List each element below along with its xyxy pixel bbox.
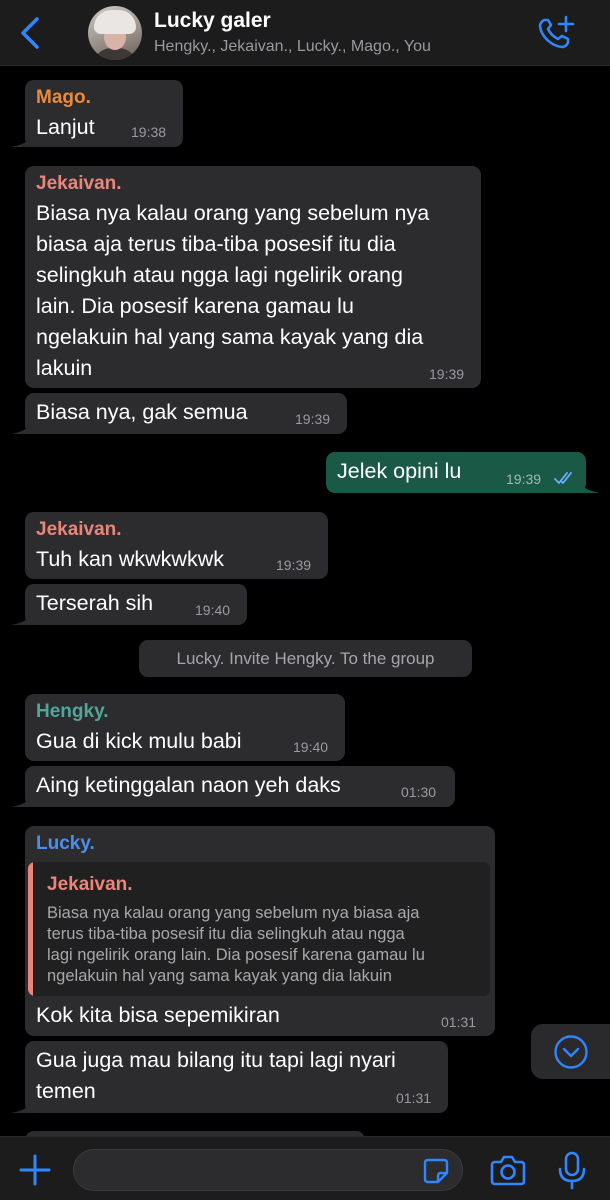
message-line: Gua juga mau bilang itu tapi lagi nyari <box>36 1048 396 1072</box>
message-time: 19:39 <box>276 557 312 573</box>
bubble-tail <box>11 418 33 434</box>
quoted-message[interactable]: Jekaivan. Biasa nya kalau orang yang seb… <box>28 862 490 996</box>
sender-name: Jekaivan. <box>36 519 122 540</box>
camera-button[interactable] <box>489 1153 527 1187</box>
add-call-button[interactable] <box>536 14 576 52</box>
message-time: 19:39 <box>506 471 542 487</box>
quoted-sender: Jekaivan. <box>47 874 133 895</box>
message-line: biasa aja terus tiba-tiba posesif itu di… <box>36 232 396 256</box>
message-line: Biasa nya kalau orang yang sebelum nya <box>36 201 430 225</box>
quoted-line: Biasa nya kalau orang yang sebelum nya b… <box>47 904 420 922</box>
message-time: 19:40 <box>195 602 231 618</box>
bubble-tail <box>11 791 33 807</box>
message-time: 19:38 <box>131 124 167 140</box>
message-bubble[interactable]: Jekaivan. Biasa nya kalau orang yang seb… <box>25 166 481 388</box>
message-time: 19:39 <box>295 411 331 427</box>
quoted-line: ngelakuin hal yang sama kayak yang dia l… <box>47 967 392 985</box>
quoted-text: Biasa nya kalau orang yang sebelum nya b… <box>47 903 487 987</box>
bubble-tail <box>11 609 33 625</box>
camera-icon <box>490 1155 526 1186</box>
chevron-left-icon <box>21 17 39 49</box>
message-text: Biasa nya kalau orang yang sebelum nya b… <box>36 198 429 384</box>
sender-name: Mago. <box>36 87 91 108</box>
message-text: Lanjut <box>36 115 95 139</box>
message-line: lakuin <box>36 356 93 380</box>
message-input-bar <box>0 1136 610 1200</box>
group-avatar[interactable] <box>88 6 142 60</box>
message-bubble[interactable]: Hengky. Gua di kick mulu babi 19:40 <box>25 694 345 761</box>
message-text: Kok kita bisa sepemikiran <box>36 1003 280 1027</box>
double-check-icon <box>554 472 572 484</box>
message-text: Terserah sih <box>36 591 154 615</box>
message-time: 01:30 <box>401 784 437 800</box>
message-text: Tuh kan wkwkwkwk <box>36 547 224 571</box>
plus-icon <box>19 1154 51 1186</box>
message-text: Gua juga mau bilang itu tapi lagi nyari … <box>36 1045 396 1107</box>
sender-name: Hengky. <box>36 701 109 722</box>
chat-header: Lucky galer Hengky., Jekaivan., Lucky., … <box>0 0 610 66</box>
outgoing-message-bubble[interactable]: Jelek opini lu 19:39 <box>326 452 600 493</box>
message-bubble[interactable]: Biasa nya, gak semua 19:39 <box>11 393 347 434</box>
message-text: Gua di kick mulu babi <box>36 729 242 753</box>
message-bubble[interactable]: Mago. Lanjut 19:38 <box>11 80 183 147</box>
sticker-button[interactable] <box>422 1157 450 1185</box>
bubble-tail <box>11 1097 33 1113</box>
voice-message-button[interactable] <box>556 1150 588 1190</box>
message-text: Aing ketinggalan naon yeh daks <box>36 773 341 797</box>
message-text: Jelek opini lu <box>337 459 462 483</box>
sticker-icon <box>423 1158 449 1184</box>
message-text: Biasa nya, gak semua <box>36 400 248 424</box>
message-bubble[interactable]: Gua juga mau bilang itu tapi lagi nyari … <box>11 1041 448 1113</box>
message-input[interactable] <box>73 1149 463 1191</box>
quoted-line: terus tiba-tiba posesif itu dia selingku… <box>47 925 405 943</box>
message-line: ngelakuin hal yang sama kayak yang dia <box>36 325 424 349</box>
message-time: 01:31 <box>441 1014 477 1030</box>
bubble-tail <box>11 131 33 147</box>
attach-button[interactable] <box>16 1151 54 1189</box>
back-button[interactable] <box>14 16 46 50</box>
message-bubble[interactable]: Terserah sih 19:40 <box>11 584 247 625</box>
chat-participants[interactable]: Hengky., Jekaivan., Lucky., Mago., You <box>154 38 431 56</box>
microphone-icon <box>558 1151 586 1190</box>
message-bubble[interactable]: Jekaivan. Tuh kan wkwkwkwk 19:39 <box>25 512 328 579</box>
message-line: temen <box>36 1079 96 1103</box>
message-bubble[interactable]: Aing ketinggalan naon yeh daks 01:30 <box>11 766 455 807</box>
message-time: 01:31 <box>396 1090 432 1106</box>
chevron-down-circle-icon <box>553 1034 588 1069</box>
sender-name: Jekaivan. <box>36 173 122 194</box>
scroll-to-bottom-button[interactable] <box>531 1024 610 1079</box>
quoted-line: lagi ngelirik orang lain. Dia posesif ka… <box>47 946 425 964</box>
bubble-tail <box>578 477 600 493</box>
message-line: selingkuh atau ngga lagi ngelirik orang <box>36 263 403 287</box>
quote-bar <box>28 862 33 996</box>
message-time: 19:39 <box>429 366 465 382</box>
chat-title[interactable]: Lucky galer <box>154 9 271 33</box>
sender-name: Lucky. <box>36 833 95 854</box>
message-time: 19:40 <box>293 739 329 755</box>
phone-plus-icon <box>538 15 575 49</box>
system-message: Lucky. Invite Hengky. To the group <box>139 640 472 677</box>
message-line: lain. Dia posesif karena gamau lu <box>36 294 354 318</box>
